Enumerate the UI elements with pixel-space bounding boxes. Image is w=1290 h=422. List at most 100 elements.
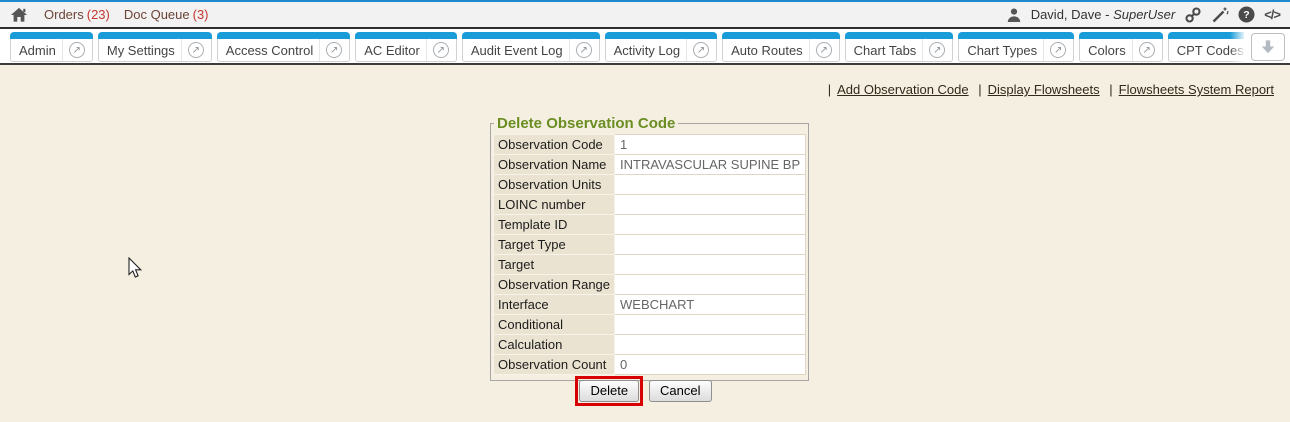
- tab-divider: [1132, 39, 1133, 61]
- tab-accent-strip: [10, 32, 93, 39]
- row-value: [615, 195, 806, 215]
- link-separator: |: [1109, 82, 1112, 97]
- help-icon[interactable]: ?: [1238, 6, 1255, 23]
- tab-body: My Settings ↗: [98, 39, 212, 62]
- tab-accent-strip: [958, 32, 1074, 39]
- tab-accent-strip: [722, 32, 840, 39]
- row-label: Observation Units: [494, 175, 615, 195]
- row-label: Observation Count: [494, 355, 615, 375]
- open-in-new-icon[interactable]: ↗: [1050, 42, 1066, 58]
- tab-body: Audit Event Log ↗: [462, 39, 600, 62]
- row-value: 1: [615, 135, 806, 155]
- delete-observation-form: Delete Observation Code Observation Code…: [490, 115, 797, 381]
- user-name-text: David, Dave -: [1031, 7, 1110, 22]
- topbar-nav-item[interactable]: Orders(23): [44, 7, 110, 22]
- tab-divider: [922, 39, 923, 61]
- admin-tab[interactable]: CPT Codes ↗: [1168, 32, 1244, 62]
- admin-tab[interactable]: Colors ↗: [1079, 32, 1163, 62]
- row-value: INTRAVASCULAR SUPINE BP: [615, 155, 806, 175]
- user-role: SuperUser: [1113, 7, 1175, 22]
- open-in-new-icon[interactable]: ↗: [326, 42, 342, 58]
- tab-body: AC Editor ↗: [355, 39, 457, 62]
- red-highlight-annotation: Delete: [575, 376, 643, 406]
- tab-accent-strip: [1079, 32, 1163, 39]
- scroll-tabs-down-icon: [1260, 39, 1276, 55]
- observation-row: Conditional: [494, 315, 806, 335]
- code-icon[interactable]: </>: [1264, 7, 1280, 22]
- action-links: |Add Observation Code |Display Flowsheet…: [826, 82, 1278, 97]
- tab-body: Auto Routes ↗: [722, 39, 840, 62]
- tab-accent-strip: [355, 32, 457, 39]
- quick-link-icon[interactable]: [1184, 6, 1202, 24]
- content-area: |Add Observation Code |Display Flowsheet…: [0, 65, 1290, 422]
- admin-tab[interactable]: Chart Types ↗: [958, 32, 1074, 62]
- tab-accent-strip: [98, 32, 212, 39]
- row-label: LOINC number: [494, 195, 615, 215]
- admin-tab[interactable]: Admin ↗: [10, 32, 93, 62]
- tab-body: Chart Types ↗: [958, 39, 1074, 62]
- tab-divider: [181, 39, 182, 61]
- open-in-new-icon[interactable]: ↗: [69, 42, 85, 58]
- open-in-new-icon[interactable]: ↗: [576, 42, 592, 58]
- nav-count-badge: (23): [87, 7, 110, 22]
- row-value: [615, 215, 806, 235]
- form-buttons: Delete Cancel: [490, 376, 797, 406]
- observation-row: Interface WEBCHART: [494, 295, 806, 315]
- observation-row: Target: [494, 255, 806, 275]
- observation-row: LOINC number: [494, 195, 806, 215]
- observation-row: Calculation: [494, 335, 806, 355]
- tab-accent-strip: [217, 32, 350, 39]
- admin-tabbar: Admin ↗ My Settings ↗ Access Control ↗ A…: [0, 29, 1290, 65]
- observation-row: Observation Units: [494, 175, 806, 195]
- action-link[interactable]: Flowsheets System Report: [1119, 82, 1274, 97]
- admin-tab[interactable]: Auto Routes ↗: [722, 32, 840, 62]
- tab-body: CPT Codes ↗: [1168, 39, 1244, 62]
- admin-tab[interactable]: Activity Log ↗: [605, 32, 717, 62]
- tab-body: Admin ↗: [10, 39, 93, 62]
- tab-body: Chart Tabs ↗: [845, 39, 954, 62]
- tab-divider: [686, 39, 687, 61]
- admin-tab[interactable]: My Settings ↗: [98, 32, 212, 62]
- admin-tab[interactable]: AC Editor ↗: [355, 32, 457, 62]
- tab-divider: [426, 39, 427, 61]
- magic-wand-icon[interactable]: [1211, 6, 1229, 24]
- observation-row: Observation Count 0: [494, 355, 806, 375]
- tab-label: Colors: [1088, 43, 1126, 58]
- action-link[interactable]: Add Observation Code: [837, 82, 969, 97]
- tab-label: Admin: [19, 43, 56, 58]
- form-legend: Delete Observation Code: [494, 115, 678, 132]
- tab-divider: [1043, 39, 1044, 61]
- tab-body: Access Control ↗: [217, 39, 350, 62]
- open-in-new-icon[interactable]: ↗: [1139, 42, 1155, 58]
- open-in-new-icon[interactable]: ↗: [693, 42, 709, 58]
- open-in-new-icon[interactable]: ↗: [433, 42, 449, 58]
- tab-divider: [319, 39, 320, 61]
- observation-row: Observation Code 1: [494, 135, 806, 155]
- observation-row: Target Type: [494, 235, 806, 255]
- open-in-new-icon[interactable]: ↗: [816, 42, 832, 58]
- topbar: Orders(23) Doc Queue(3) David, Dave - Su…: [0, 0, 1290, 29]
- tab-label: Activity Log: [614, 43, 680, 58]
- row-label: Target: [494, 255, 615, 275]
- topbar-left: Orders(23) Doc Queue(3): [10, 6, 209, 23]
- action-link[interactable]: Display Flowsheets: [988, 82, 1100, 97]
- admin-tab[interactable]: Audit Event Log ↗: [462, 32, 600, 62]
- mouse-cursor: [128, 257, 143, 284]
- admin-tab[interactable]: Chart Tabs ↗: [845, 32, 954, 62]
- row-label: Observation Code: [494, 135, 615, 155]
- row-label: Calculation: [494, 335, 615, 355]
- admin-tab[interactable]: Access Control ↗: [217, 32, 350, 62]
- topbar-nav-item[interactable]: Doc Queue(3): [124, 7, 209, 22]
- open-in-new-icon[interactable]: ↗: [188, 42, 204, 58]
- open-in-new-icon[interactable]: ↗: [929, 42, 945, 58]
- observation-row: Observation Name INTRAVASCULAR SUPINE BP: [494, 155, 806, 175]
- row-value: WEBCHART: [615, 295, 806, 315]
- delete-button[interactable]: Delete: [579, 380, 639, 402]
- tab-label: AC Editor: [364, 43, 420, 58]
- observation-row: Observation Range: [494, 275, 806, 295]
- topbar-nav: Orders(23) Doc Queue(3): [44, 7, 209, 22]
- tab-accent-strip: [605, 32, 717, 39]
- home-icon[interactable]: [10, 6, 28, 23]
- tab-overflow-button[interactable]: [1251, 33, 1285, 61]
- cancel-button[interactable]: Cancel: [649, 380, 711, 402]
